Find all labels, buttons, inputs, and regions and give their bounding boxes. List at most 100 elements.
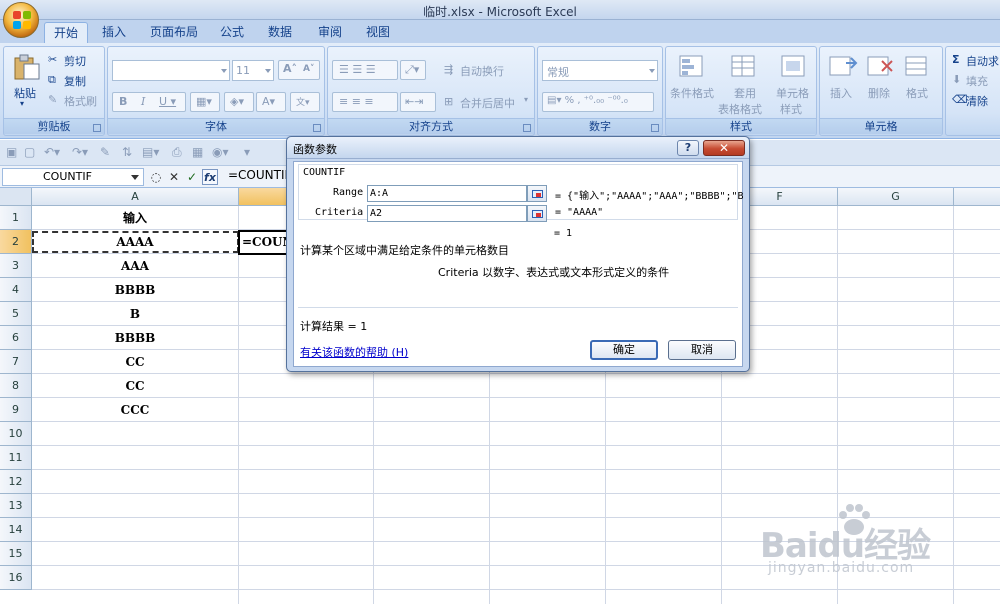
fill-color-button[interactable]: ◈▾ [224, 92, 254, 112]
orientation-button[interactable]: ⤢▾ [400, 60, 426, 80]
undo-icon[interactable]: ↶▾ [44, 145, 60, 159]
number-format-buttons[interactable]: ▤▾ % , ⁺⁰.₀₀ ⁻⁰⁰.₀ [542, 92, 654, 112]
cell-a4[interactable]: BBBB [32, 278, 238, 302]
row-header-7[interactable]: 7 [0, 350, 32, 374]
row-header-3[interactable]: 3 [0, 254, 32, 278]
horizontal-align-buttons[interactable]: ≡ ≡ ≡ [332, 92, 398, 112]
format-painter-button[interactable]: 格式刷 [64, 93, 97, 109]
row-header-8[interactable]: 8 [0, 374, 32, 398]
row-header-15[interactable]: 15 [0, 542, 32, 566]
underline-icon[interactable]: U ▾ [159, 95, 176, 108]
clear-button[interactable]: 清除 [966, 93, 988, 109]
dialog-title-bar[interactable]: 函数参数 ? ✕ [287, 137, 749, 159]
sort-icon[interactable]: ⇅ [122, 145, 132, 159]
cell-a7[interactable]: CC [32, 350, 238, 374]
clipboard-launcher-icon[interactable] [93, 124, 101, 132]
tab-review[interactable]: 审阅 [310, 22, 350, 43]
row-header-10[interactable]: 10 [0, 422, 32, 446]
redo-icon[interactable]: ↷▾ [72, 145, 88, 159]
cell-style-button[interactable]: 单元格 [776, 85, 809, 101]
cell-style-button-line2[interactable]: 样式 [780, 101, 802, 117]
formula-bar-expand-icon[interactable]: ◌ [148, 169, 164, 185]
column-header-h[interactable] [954, 188, 1000, 206]
italic-icon[interactable]: I [141, 95, 145, 108]
tab-insert[interactable]: 插入 [94, 22, 134, 43]
font-color-button[interactable]: A▾ [256, 92, 286, 112]
cell-a1[interactable]: 输入 [32, 206, 238, 230]
format-painter-qat-icon[interactable]: ✎ [100, 145, 110, 159]
preview-icon[interactable]: ▦ [192, 145, 203, 159]
customize-qat-icon[interactable]: ▾ [244, 145, 250, 159]
copy-button[interactable]: 复制 [64, 73, 86, 89]
font-launcher-icon[interactable] [313, 124, 321, 132]
alignment-launcher-icon[interactable] [523, 124, 531, 132]
bold-icon[interactable]: B [119, 95, 127, 108]
border-button[interactable]: ▦▾ [190, 92, 220, 112]
save-icon[interactable]: ▣ [6, 145, 17, 159]
paste-dropdown-icon[interactable]: ▾ [20, 99, 24, 108]
fill-button[interactable]: 填充 [966, 73, 988, 89]
tab-data[interactable]: 数据 [260, 22, 300, 43]
cancel-button[interactable]: 取消 [668, 340, 736, 360]
tab-view[interactable]: 视图 [358, 22, 398, 43]
tab-page-layout[interactable]: 页面布局 [142, 22, 206, 43]
merge-dropdown-icon[interactable]: ▾ [524, 95, 528, 104]
column-header-a[interactable]: A [32, 188, 239, 206]
row-header-12[interactable]: 12 [0, 470, 32, 494]
cell-a8[interactable]: CC [32, 374, 238, 398]
wrap-text-button[interactable]: 自动换行 [460, 63, 504, 79]
vertical-align-buttons[interactable]: ☰ ☰ ☰ [332, 60, 398, 80]
print-icon[interactable]: ⎙ [172, 145, 182, 160]
delete-cells-button[interactable]: 删除 [868, 85, 890, 101]
row-header-13[interactable]: 13 [0, 494, 32, 518]
grow-shrink-font-buttons[interactable]: A˄ A˅ [278, 60, 320, 80]
row-header-6[interactable]: 6 [0, 326, 32, 350]
row-header-2[interactable]: 2 [0, 230, 32, 254]
select-all-corner[interactable] [0, 188, 32, 206]
merge-center-button[interactable]: 合并后居中 [460, 95, 515, 111]
row-header-11[interactable]: 11 [0, 446, 32, 470]
cancel-entry-icon[interactable]: ✕ [166, 169, 182, 185]
cell-a6[interactable]: BBBB [32, 326, 238, 350]
tab-home[interactable]: 开始 [44, 22, 88, 43]
table-format-button[interactable]: 套用 [734, 85, 756, 101]
row-header-4[interactable]: 4 [0, 278, 32, 302]
cell-a3[interactable]: AAA [32, 254, 238, 278]
cell-a9[interactable]: CCC [32, 398, 238, 422]
new-icon[interactable]: ▢ [24, 145, 35, 159]
range-input[interactable]: A:A [367, 185, 527, 202]
name-box[interactable]: COUNTIF [2, 168, 144, 186]
criteria-collapse-button[interactable] [527, 205, 547, 222]
row-header-5[interactable]: 5 [0, 302, 32, 326]
insert-function-button[interactable]: fx [202, 169, 218, 185]
paste-button[interactable]: 粘贴 [14, 85, 36, 101]
format-cells-button[interactable]: 格式 [906, 85, 928, 101]
font-name-combo[interactable] [112, 60, 230, 81]
cell-a5[interactable]: B [32, 302, 238, 326]
number-launcher-icon[interactable] [651, 124, 659, 132]
name-box-dropdown-icon[interactable] [131, 175, 139, 180]
autosum-button[interactable]: 自动求 [966, 53, 999, 69]
number-format-combo[interactable]: 常规 [542, 60, 658, 81]
tab-formulas[interactable]: 公式 [212, 22, 252, 43]
close-button[interactable]: ✕ [703, 140, 745, 156]
range-collapse-button[interactable] [527, 185, 547, 202]
enter-entry-icon[interactable]: ✓ [184, 169, 200, 185]
office-button[interactable] [3, 2, 39, 38]
row-header-9[interactable]: 9 [0, 398, 32, 422]
row-header-1[interactable]: 1 [0, 206, 32, 230]
phonetic-button[interactable]: 文▾ [290, 92, 320, 112]
row-header-14[interactable]: 14 [0, 518, 32, 542]
camera-icon[interactable]: ◉▾ [212, 145, 229, 159]
function-help-link[interactable]: 有关该函数的帮助 (H) [300, 344, 408, 360]
indent-buttons[interactable]: ⇤⇥ [400, 92, 436, 112]
table-format-button-line2[interactable]: 表格格式 [718, 101, 762, 117]
conditional-format-button[interactable]: 条件格式 [670, 85, 714, 101]
font-size-combo[interactable]: 11 [232, 60, 274, 81]
ok-button[interactable]: 确定 [590, 340, 658, 360]
chart-icon[interactable]: ▤▾ [142, 145, 159, 159]
cut-button[interactable]: 剪切 [64, 53, 86, 69]
column-header-g[interactable]: G [838, 188, 954, 206]
criteria-input[interactable]: A2 [367, 205, 527, 222]
insert-cells-button[interactable]: 插入 [830, 85, 852, 101]
